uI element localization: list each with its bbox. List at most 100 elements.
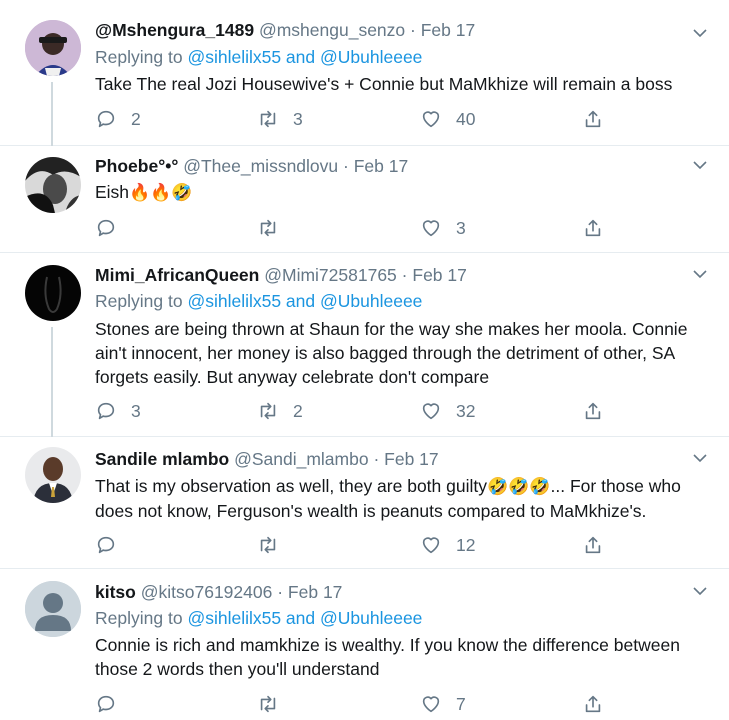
tweet-header: Mimi_AfricanQueen @Mimi72581765 · Feb 17 [95,265,467,289]
handle[interactable]: @Mimi72581765 [264,265,397,285]
tweet-text: Take The real Jozi Housewive's + Connie … [95,74,673,94]
like-button[interactable]: 40 [420,107,475,131]
share-icon [585,695,601,713]
reply-button[interactable]: 2 [95,107,141,131]
thread-line [51,327,53,437]
tweet[interactable]: Mimi_AfricanQueen @Mimi72581765 · Feb 17… [0,253,729,437]
reply-count: 3 [131,400,141,421]
reply-button[interactable] [95,216,131,240]
tweet[interactable]: @Mshengura_1489 @mshengu_senzo · Feb 17 … [0,0,729,146]
replying-mentions[interactable]: @sihlelilx55 and @Ubuhleeee [187,608,422,628]
display-name[interactable]: @Mshengura_1489 [95,20,254,40]
tweet-text: Connie is rich and mamkhize is wealthy. … [95,633,715,681]
tweet[interactable]: Phoebe°•° @Thee_missndlovu · Feb 17 Eish… [0,146,729,253]
handle[interactable]: @Thee_missndlovu [183,156,338,176]
tweet-header: kitso @kitso76192406 · Feb 17 [95,582,342,606]
retweet-icon [260,402,276,420]
tweet-actions: 3 [95,216,615,240]
chevron-down-icon[interactable] [693,451,707,465]
share-button[interactable] [582,692,604,716]
reply-icon [97,110,115,128]
display-name[interactable]: Mimi_AfricanQueen [95,265,259,285]
like-count: 12 [456,534,476,555]
display-name[interactable]: Phoebe°•° [95,156,178,176]
retweet-count: 3 [293,108,303,129]
replying-prefix: Replying to [95,291,183,311]
heart-icon [422,111,440,128]
tweet-header: Sandile mlambo @Sandi_mlambo · Feb 17 [95,449,439,473]
thread-line [51,82,53,146]
tweet[interactable]: Sandile mlambo @Sandi_mlambo · Feb 17 Th… [0,437,729,569]
share-button[interactable] [582,107,604,131]
chevron-down-icon[interactable] [693,26,707,40]
tweet-header: @Mshengura_1489 @mshengu_senzo · Feb 17 [95,20,475,44]
like-button[interactable]: 7 [420,692,466,716]
timestamp[interactable]: Feb 17 [354,156,408,176]
reply-button[interactable]: 3 [95,399,141,423]
tweet-text: Stones are being thrown at Shaun for the… [95,317,715,389]
handle[interactable]: @kitso76192406 [141,582,273,602]
like-button[interactable]: 12 [420,533,475,557]
tweet-actions: 7 [95,692,615,716]
timestamp[interactable]: Feb 17 [384,449,438,469]
tweet-feed: @Mshengura_1489 @mshengu_senzo · Feb 17 … [0,0,729,720]
display-name[interactable]: kitso [95,582,136,602]
reply-icon [97,536,115,554]
separator: · [401,265,408,285]
handle[interactable]: @mshengu_senzo [259,20,405,40]
chevron-down-icon[interactable] [693,584,707,598]
timestamp[interactable]: Feb 17 [412,265,466,285]
replying-mentions[interactable]: @sihlelilx55 and @Ubuhleeee [187,291,422,311]
tweet-text-segment: That is my observation as well, they are… [95,476,487,496]
retweet-button[interactable] [257,216,293,240]
retweet-button[interactable] [257,692,293,716]
tweet-text-line: forgets easily. But anyway celebrate don… [95,367,490,387]
replying-mentions[interactable]: @sihlelilx55 and @Ubuhleeee [187,47,422,67]
avatar[interactable] [25,447,81,503]
avatar[interactable] [25,581,81,637]
separator: · [373,449,380,469]
reply-button[interactable] [95,533,131,557]
tweet[interactable]: kitso @kitso76192406 · Feb 17 Replying t… [0,569,729,720]
display-name[interactable]: Sandile mlambo [95,449,229,469]
like-count: 40 [456,108,476,129]
reply-icon [97,219,115,237]
retweet-icon [260,536,276,554]
reply-icon [97,402,115,420]
like-button[interactable]: 32 [420,399,475,423]
retweet-icon [260,110,276,128]
retweet-button[interactable]: 2 [257,399,303,423]
tweet-text-content: Eish [95,182,130,202]
reply-icon [97,695,115,713]
share-button[interactable] [582,533,604,557]
like-button[interactable]: 3 [420,216,466,240]
avatar[interactable] [25,157,81,213]
retweet-icon [260,219,276,237]
tweet-text-line: ain't innocent, her money is also bagged… [95,343,676,363]
avatar[interactable] [25,20,81,76]
tweet-text-line: Stones are being thrown at Shaun for the… [95,319,688,339]
tweet-text: Eish🔥🔥🤣 [95,180,715,205]
tweet-text-line: That is my observation as well, they are… [95,474,715,499]
retweet-button[interactable]: 3 [257,107,303,131]
share-icon [585,110,601,128]
chevron-down-icon[interactable] [693,267,707,281]
timestamp[interactable]: Feb 17 [421,20,475,40]
share-icon [585,536,601,554]
replying-prefix: Replying to [95,608,183,628]
chevron-down-icon[interactable] [693,158,707,172]
heart-icon [422,220,440,237]
replying-to: Replying to @sihlelilx55 and @Ubuhleeee [95,291,422,312]
separator: · [410,20,416,40]
like-count: 3 [456,217,466,238]
like-count: 7 [456,693,466,714]
tweet-text-line: does not know, Ferguson's wealth is pean… [95,501,647,521]
share-button[interactable] [582,216,604,240]
handle[interactable]: @Sandi_mlambo [234,449,369,469]
retweet-button[interactable] [257,533,293,557]
share-button[interactable] [582,399,604,423]
avatar[interactable] [25,265,81,321]
timestamp[interactable]: Feb 17 [288,582,342,602]
heart-icon [422,696,440,713]
reply-button[interactable] [95,692,131,716]
